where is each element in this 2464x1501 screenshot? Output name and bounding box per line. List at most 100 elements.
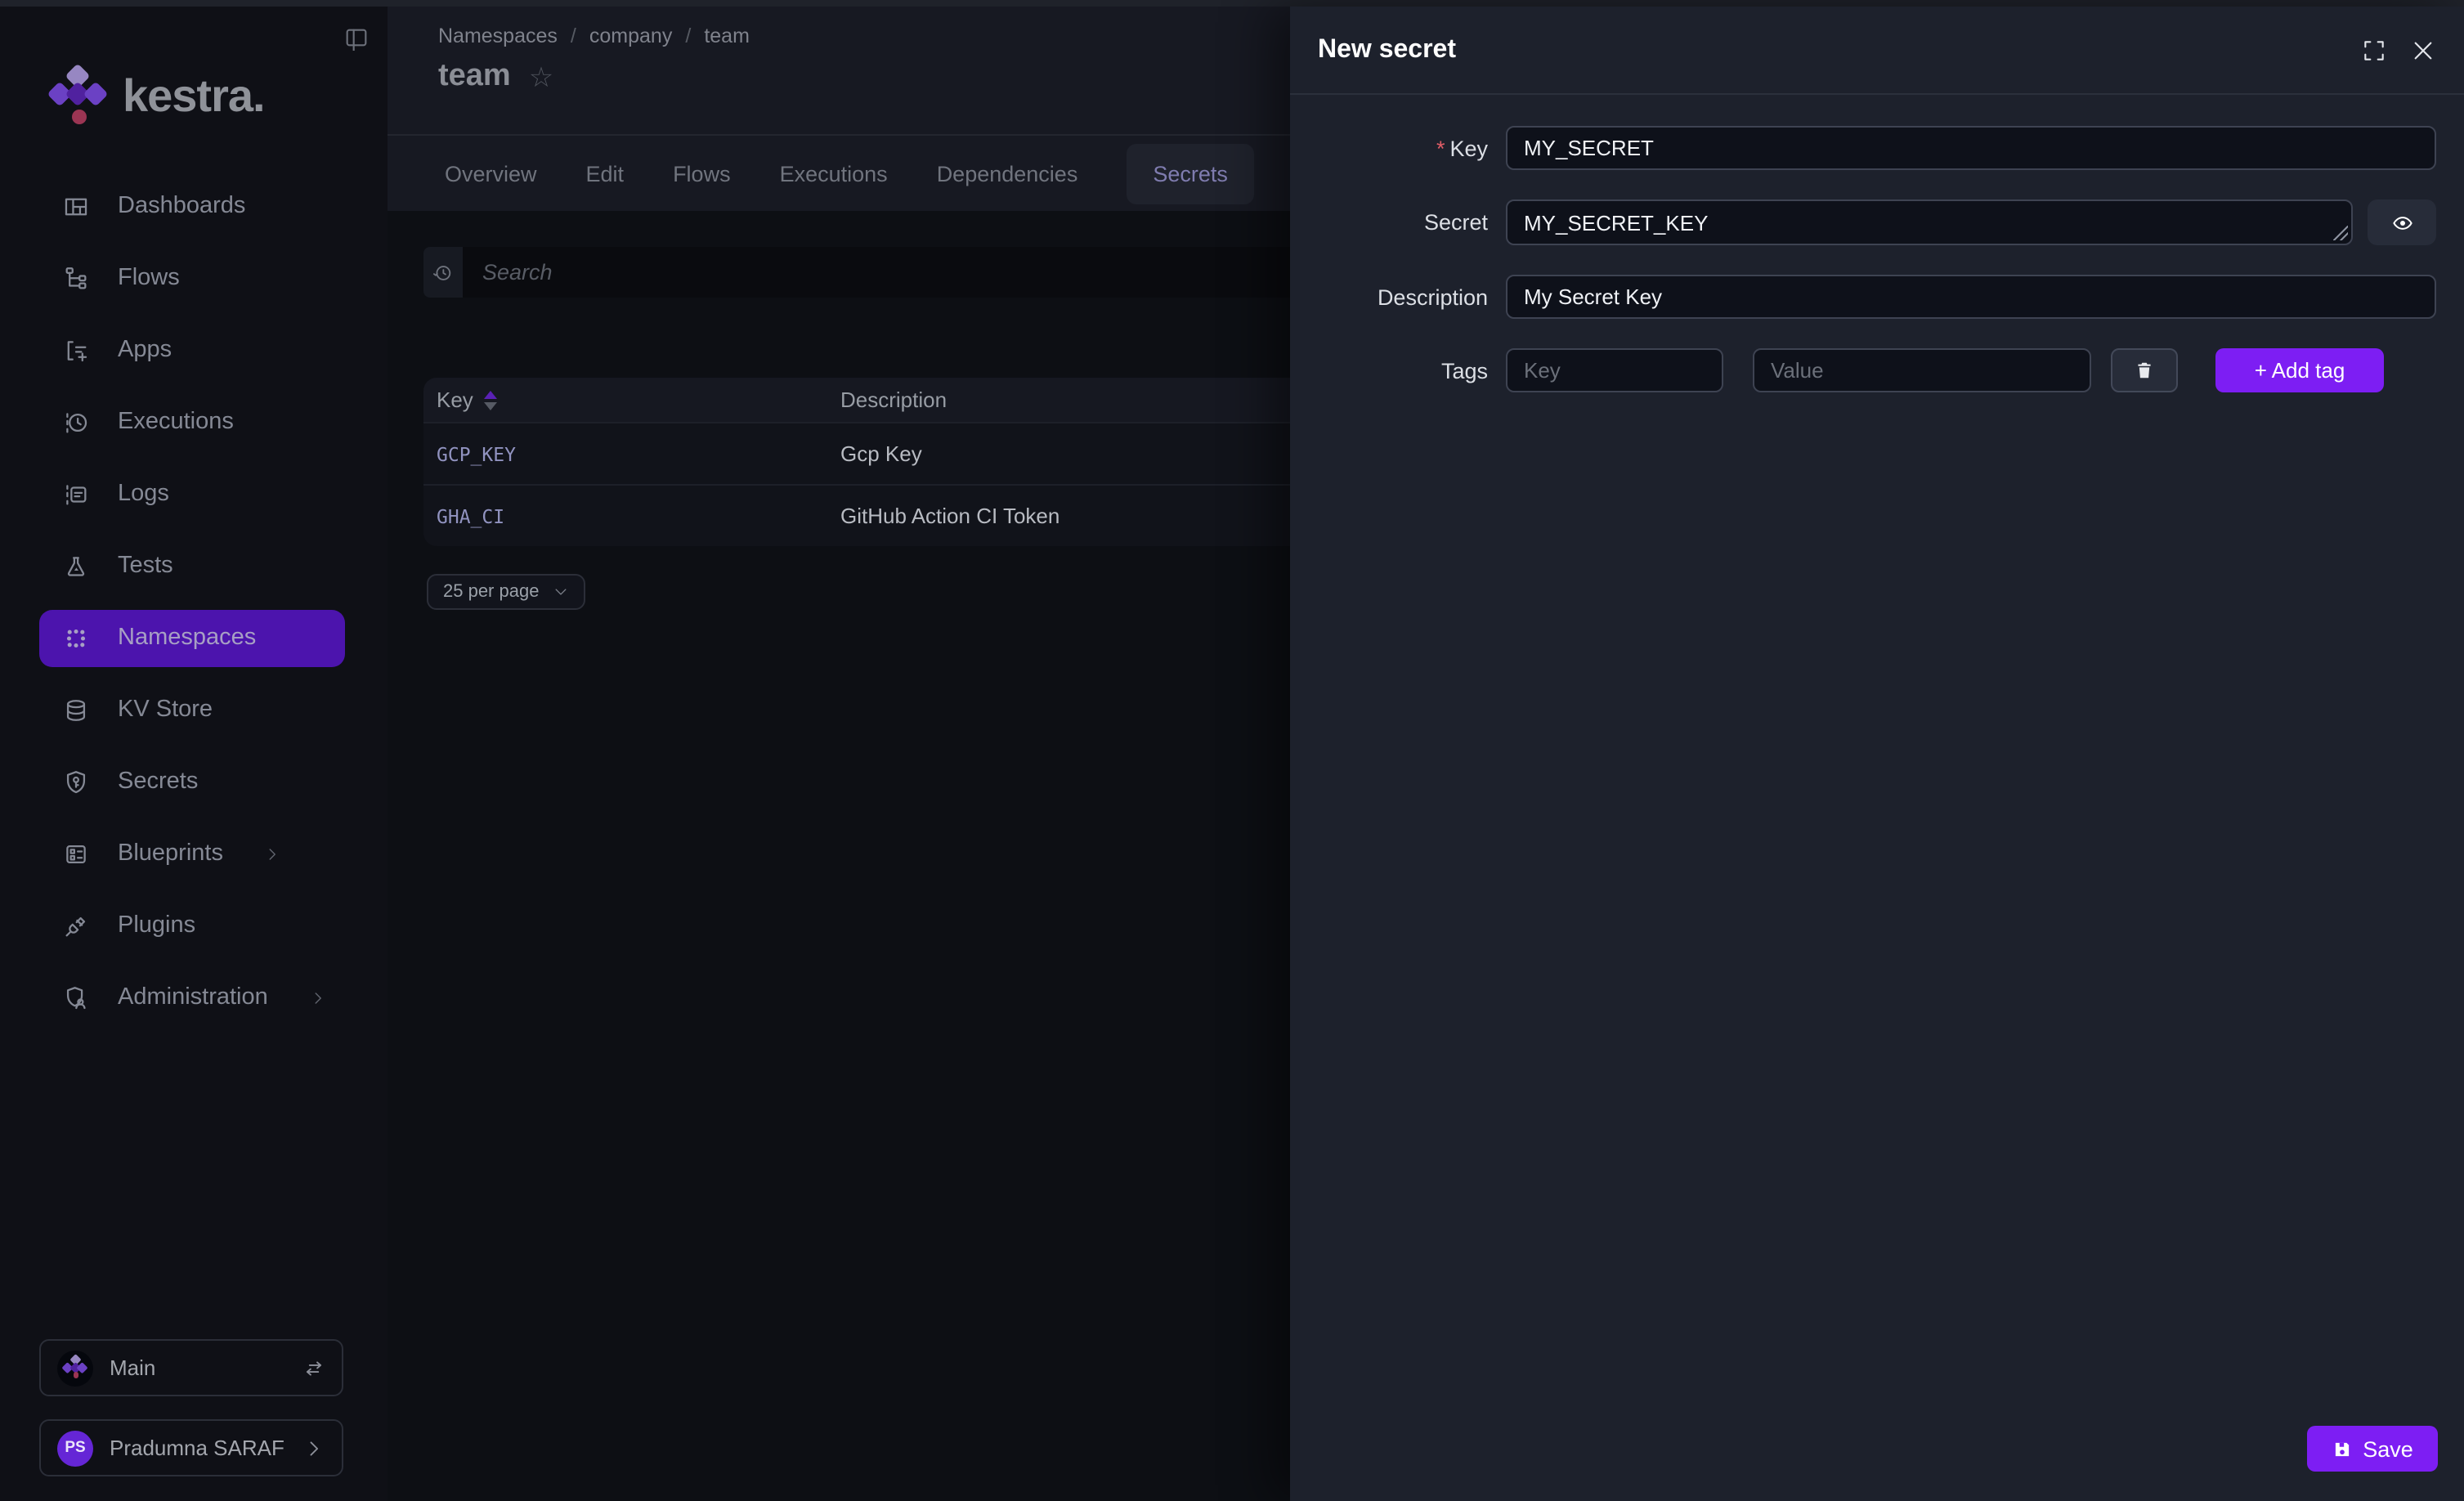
tab-dependencies[interactable]: Dependencies bbox=[937, 161, 1078, 186]
chevron-right-icon bbox=[264, 845, 282, 863]
tenant-selector[interactable]: Main bbox=[39, 1339, 343, 1396]
tag-key-input[interactable] bbox=[1506, 348, 1723, 392]
eye-icon bbox=[2390, 210, 2414, 235]
sidebar-item-label: Executions bbox=[118, 409, 234, 435]
secret-key-cell[interactable]: GCP_KEY bbox=[423, 442, 840, 465]
drawer-title: New secret bbox=[1318, 35, 1456, 65]
breadcrumb-separator: / bbox=[571, 25, 576, 47]
kestra-app: kestra. Dashboards Flows Apps Executions bbox=[0, 0, 2464, 1501]
switch-tenant-icon[interactable] bbox=[302, 1356, 325, 1379]
key-label: *Key bbox=[1436, 136, 1488, 160]
save-label: Save bbox=[2363, 1436, 2413, 1461]
drawer-header: New secret bbox=[1290, 7, 2464, 95]
window-top-border bbox=[0, 0, 2464, 7]
sidebar-item-flows[interactable]: Flows bbox=[39, 242, 345, 314]
tags-label: Tags bbox=[1441, 358, 1488, 383]
chevron-right-icon bbox=[309, 988, 327, 1006]
breadcrumb-company[interactable]: company bbox=[589, 25, 672, 47]
description-label: Description bbox=[1378, 285, 1488, 309]
form-row-tags: Tags + Add tag bbox=[1290, 348, 2464, 392]
breadcrumb-separator: / bbox=[685, 25, 691, 47]
sidebar-item-secrets[interactable]: Secrets bbox=[39, 746, 345, 818]
sidebar-nav: Dashboards Flows Apps Executions Logs Te… bbox=[0, 170, 388, 1033]
column-label: Description bbox=[840, 388, 947, 412]
table-row[interactable]: GHA_CI GitHub Action CI Token bbox=[423, 484, 1290, 546]
user-menu[interactable]: PS Pradumna SARAF bbox=[39, 1419, 343, 1476]
sidebar-item-label: Plugins bbox=[118, 912, 195, 939]
sidebar-item-label: Apps bbox=[118, 337, 172, 363]
required-mark: * bbox=[1436, 136, 1445, 160]
sidebar-item-tests[interactable]: Tests bbox=[39, 530, 345, 602]
search-input[interactable] bbox=[463, 247, 1290, 298]
tenant-logo-icon bbox=[57, 1350, 93, 1386]
search-bar bbox=[423, 247, 1290, 298]
logs-icon bbox=[62, 480, 90, 508]
column-header-description: Description bbox=[840, 388, 1290, 412]
label-text: Description bbox=[1378, 285, 1488, 309]
apps-icon bbox=[62, 336, 90, 364]
table-header: Key Description bbox=[423, 378, 1290, 422]
label-text: Key bbox=[1449, 136, 1488, 160]
sidebar-item-label: Flows bbox=[118, 265, 180, 291]
per-page-select[interactable]: 25 per page bbox=[427, 574, 585, 610]
form-row-description: Description bbox=[1290, 275, 2464, 319]
breadcrumb: Namespaces / company / team bbox=[438, 25, 750, 47]
flows-icon bbox=[62, 264, 90, 292]
tab-overview[interactable]: Overview bbox=[445, 161, 537, 186]
toggle-secret-visibility-button[interactable] bbox=[2368, 199, 2436, 245]
sidebar-item-label: Administration bbox=[118, 984, 268, 1010]
new-secret-drawer: New secret *Key Secret bbox=[1290, 7, 2464, 1501]
chevron-down-icon bbox=[552, 584, 568, 600]
table-row[interactable]: GCP_KEY Gcp Key bbox=[423, 422, 1290, 484]
tests-icon bbox=[62, 552, 90, 580]
sidebar-item-namespaces[interactable]: Namespaces bbox=[39, 609, 345, 666]
secret-description-cell: GitHub Action CI Token bbox=[840, 504, 1290, 528]
sidebar-item-administration[interactable]: Administration bbox=[39, 961, 345, 1033]
sidebar-item-label: Namespaces bbox=[118, 625, 256, 651]
resize-handle[interactable] bbox=[2333, 226, 2348, 240]
tab-flows[interactable]: Flows bbox=[673, 161, 731, 186]
column-label: Key bbox=[437, 388, 473, 412]
sidebar-item-plugins[interactable]: Plugins bbox=[39, 889, 345, 961]
secret-input[interactable] bbox=[1506, 199, 2353, 245]
sidebar-item-logs[interactable]: Logs bbox=[39, 458, 345, 530]
sidebar-item-dashboards[interactable]: Dashboards bbox=[39, 170, 345, 242]
sidebar-item-label: Logs bbox=[118, 481, 169, 507]
sidebar-item-apps[interactable]: Apps bbox=[39, 314, 345, 386]
sidebar-item-label: Tests bbox=[118, 553, 173, 579]
sidebar-item-blueprints[interactable]: Blueprints bbox=[39, 818, 345, 889]
sidebar: kestra. Dashboards Flows Apps Executions bbox=[0, 7, 388, 1501]
add-tag-button[interactable]: + Add tag bbox=[2215, 348, 2384, 392]
sidebar-item-kv-store[interactable]: KV Store bbox=[39, 674, 345, 746]
sidebar-item-executions[interactable]: Executions bbox=[39, 386, 345, 458]
tab-edit[interactable]: Edit bbox=[586, 161, 625, 186]
breadcrumb-team[interactable]: team bbox=[704, 25, 750, 47]
delete-tag-button[interactable] bbox=[2111, 348, 2178, 392]
close-icon[interactable] bbox=[2410, 37, 2436, 63]
avatar: PS bbox=[57, 1430, 93, 1466]
tab-executions[interactable]: Executions bbox=[780, 161, 888, 186]
sidebar-collapse-icon[interactable] bbox=[343, 25, 370, 51]
drawer-header-actions bbox=[2361, 37, 2436, 63]
executions-icon bbox=[62, 408, 90, 436]
dashboards-icon bbox=[62, 192, 90, 220]
search-history-button[interactable] bbox=[423, 247, 463, 298]
sidebar-item-label: Secrets bbox=[118, 768, 198, 795]
history-icon bbox=[432, 261, 455, 284]
expand-icon[interactable] bbox=[2361, 37, 2387, 63]
sort-icon bbox=[485, 390, 498, 410]
secrets-icon bbox=[62, 768, 90, 795]
sidebar-item-label: Dashboards bbox=[118, 193, 245, 219]
save-button[interactable]: Save bbox=[2307, 1426, 2438, 1472]
tag-value-input[interactable] bbox=[1753, 348, 2091, 392]
logo-text: kestra. bbox=[123, 70, 265, 123]
favorite-star-icon[interactable]: ☆ bbox=[529, 63, 554, 91]
blueprints-icon bbox=[62, 840, 90, 867]
breadcrumb-namespaces[interactable]: Namespaces bbox=[438, 25, 558, 47]
key-input[interactable] bbox=[1506, 126, 2436, 170]
tab-secrets[interactable]: Secrets bbox=[1127, 143, 1254, 204]
secret-key-cell[interactable]: GHA_CI bbox=[423, 504, 840, 527]
administration-icon bbox=[62, 983, 90, 1011]
description-input[interactable] bbox=[1506, 275, 2436, 319]
column-header-key[interactable]: Key bbox=[423, 388, 840, 412]
